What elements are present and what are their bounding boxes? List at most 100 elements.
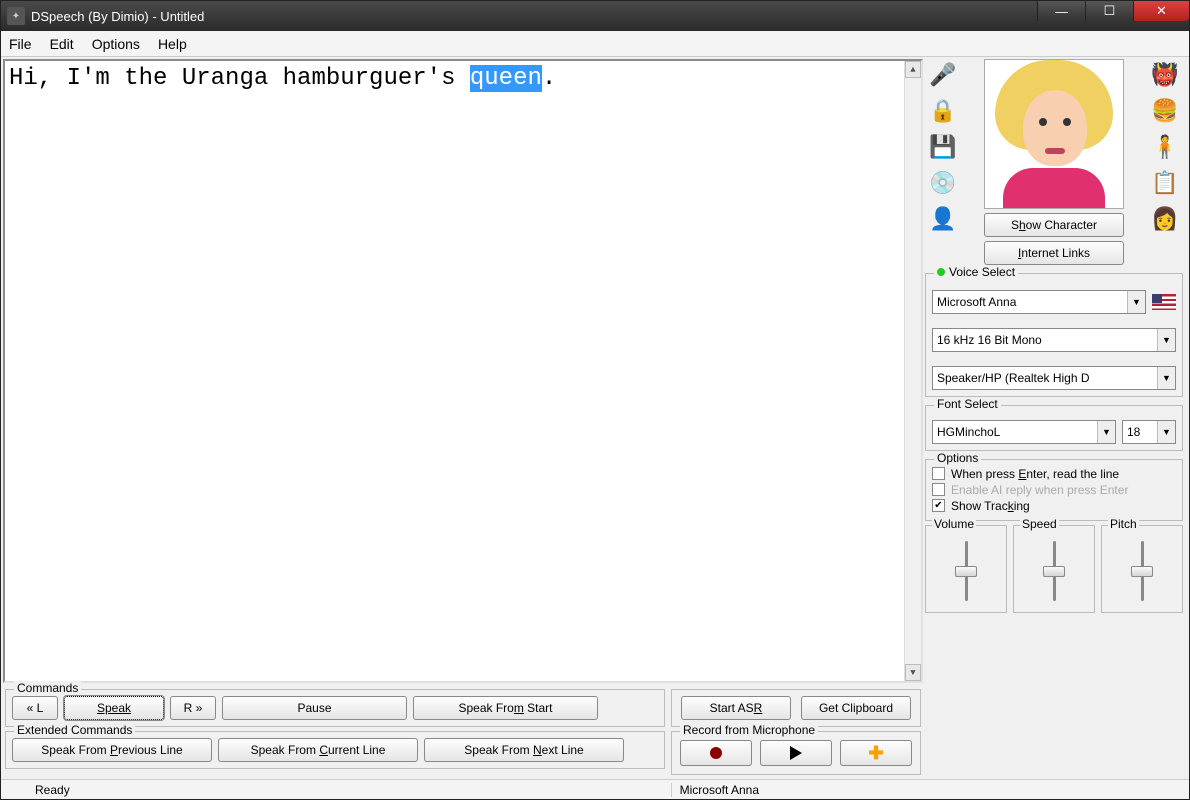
slider-thumb[interactable] [1131,566,1153,577]
maximize-button[interactable]: ☐ [1085,1,1133,21]
app-icon: ✦ [7,7,25,25]
content-area: Hi, I'm the Uranga hamburguer's queen. ▲… [1,57,1189,779]
text-after: . [542,65,556,92]
left-column: Hi, I'm the Uranga hamburguer's queen. ▲… [3,59,923,777]
app-window: ✦ DSpeech (By Dimio) - Untitled — ☐ ✕ Fi… [0,0,1190,800]
voice-select-group: Voice Select Microsoft Anna ▼ 16 kHz 16 … [925,273,1183,397]
left-channel-button[interactable]: « L [12,696,58,720]
device-select[interactable]: Speaker/HP (Realtek High D ▼ [932,366,1176,390]
character-avatar [984,59,1124,209]
chevron-down-icon: ▼ [1127,291,1145,313]
status-voice: Microsoft Anna [671,783,759,797]
slider-thumb[interactable] [955,566,977,577]
chevron-down-icon: ▼ [1097,421,1115,443]
editor-scrollbar[interactable]: ▲ ▼ [904,61,921,681]
font-size-value: 18 [1127,425,1140,439]
figure-icon[interactable]: 🧍 [1149,131,1181,163]
monster-icon[interactable]: 👹 [1149,59,1181,91]
format-select-value: 16 kHz 16 Bit Mono [937,333,1042,347]
right-icon-column: 👹 🍔 🧍 📋 👩 [1147,59,1183,265]
text-editor[interactable]: Hi, I'm the Uranga hamburguer's queen. ▲… [3,59,923,683]
clipboard-icon[interactable]: 📋 [1149,167,1181,199]
option-show-tracking-label: Show Tracking [951,499,1030,513]
disc-icon[interactable]: 💿 [927,167,959,199]
font-size-select[interactable]: 18 ▼ [1122,420,1176,444]
font-select-group: Font Select HGMinchoL ▼ 18 ▼ [925,405,1183,451]
burger-icon[interactable]: 🍔 [1149,95,1181,127]
menubar: File Edit Options Help [1,31,1189,57]
statusbar: Ready Microsoft Anna [1,779,1189,799]
sliders-row: Volume Speed Pitch [925,525,1183,613]
speed-slider[interactable] [1018,536,1090,606]
volume-label: Volume [932,517,976,531]
menu-file[interactable]: File [9,36,32,52]
checkbox-checked-icon: ✔ [932,499,945,512]
close-button[interactable]: ✕ [1133,1,1189,21]
lock-icon[interactable]: 🔒 [927,95,959,127]
status-ready: Ready [7,783,70,797]
right-channel-button[interactable]: R » [170,696,216,720]
menu-edit[interactable]: Edit [50,36,74,52]
avatar-small-1-icon[interactable]: 👤 [927,203,959,235]
titlebar: ✦ DSpeech (By Dimio) - Untitled — ☐ ✕ [1,1,1189,31]
record-button[interactable] [680,740,752,766]
option-ai-reply-label: Enable AI reply when press Enter [951,483,1128,497]
minimize-button[interactable]: — [1037,1,1085,21]
get-clipboard-button[interactable]: Get Clipboard [801,696,911,720]
flag-icon [1152,294,1176,310]
record-icon [710,747,722,759]
font-select[interactable]: HGMinchoL ▼ [932,420,1116,444]
avatar-small-2-icon[interactable]: 👩 [1149,203,1181,235]
options-group: Options When press Enter, read the line … [925,459,1183,521]
add-button[interactable]: ✚ [840,740,912,766]
record-legend: Record from Microphone [680,723,818,737]
play-button[interactable] [760,740,832,766]
speak-prev-line-button[interactable]: Speak From Previous Line [12,738,212,762]
menu-help[interactable]: Help [158,36,187,52]
microphone-icon[interactable]: 🎤 [927,59,959,91]
window-title: DSpeech (By Dimio) - Untitled [31,9,1037,24]
play-icon [790,746,802,760]
commands-group: Commands « L Speak R » Pause Speak From … [5,689,665,727]
volume-slider-group: Volume [925,525,1007,613]
asr-group: . Start ASR Get Clipboard [671,689,921,727]
speak-from-start-button[interactable]: Speak From Start [413,696,598,720]
internet-links-button[interactable]: Internet Links [984,241,1124,265]
commands-legend: Commands [14,681,81,695]
pitch-slider[interactable] [1106,536,1178,606]
voice-select[interactable]: Microsoft Anna ▼ [932,290,1146,314]
speak-button[interactable]: Speak [64,696,164,720]
save-icon[interactable]: 💾 [927,131,959,163]
voice-select-legend: Voice Select [934,265,1018,279]
option-ai-reply: Enable AI reply when press Enter [932,482,1176,498]
chevron-down-icon: ▼ [1157,367,1175,389]
plus-icon: ✚ [868,743,883,764]
pitch-label: Pitch [1108,517,1139,531]
volume-slider[interactable] [930,536,1002,606]
scroll-down-icon[interactable]: ▼ [905,664,921,681]
pause-button[interactable]: Pause [222,696,407,720]
start-asr-button[interactable]: Start ASR [681,696,791,720]
voice-select-value: Microsoft Anna [937,295,1016,309]
option-read-line-label: When press Enter, read the line [951,467,1119,481]
pitch-slider-group: Pitch [1101,525,1183,613]
speed-label: Speed [1020,517,1059,531]
option-read-line[interactable]: When press Enter, read the line [932,466,1176,482]
chevron-down-icon: ▼ [1157,329,1175,351]
speed-slider-group: Speed [1013,525,1095,613]
option-show-tracking[interactable]: ✔ Show Tracking [932,498,1176,514]
chevron-down-icon: ▼ [1157,421,1175,443]
bottom-panels: Commands « L Speak R » Pause Speak From … [3,683,923,777]
checkbox-icon [932,483,945,496]
show-character-button[interactable]: Show Character [984,213,1124,237]
speak-next-line-button[interactable]: Speak From Next Line [424,738,624,762]
slider-thumb[interactable] [1043,566,1065,577]
scroll-up-icon[interactable]: ▲ [905,61,921,78]
avatar-box: Show Character Internet Links [963,59,1145,265]
speak-curr-line-button[interactable]: Speak From Current Line [218,738,418,762]
options-legend: Options [934,451,981,465]
left-icon-column: 🎤 🔒 💾 💿 👤 [925,59,961,265]
format-select[interactable]: 16 kHz 16 Bit Mono ▼ [932,328,1176,352]
text-before: Hi, I'm the Uranga hamburguer's [9,65,470,92]
menu-options[interactable]: Options [92,36,140,52]
